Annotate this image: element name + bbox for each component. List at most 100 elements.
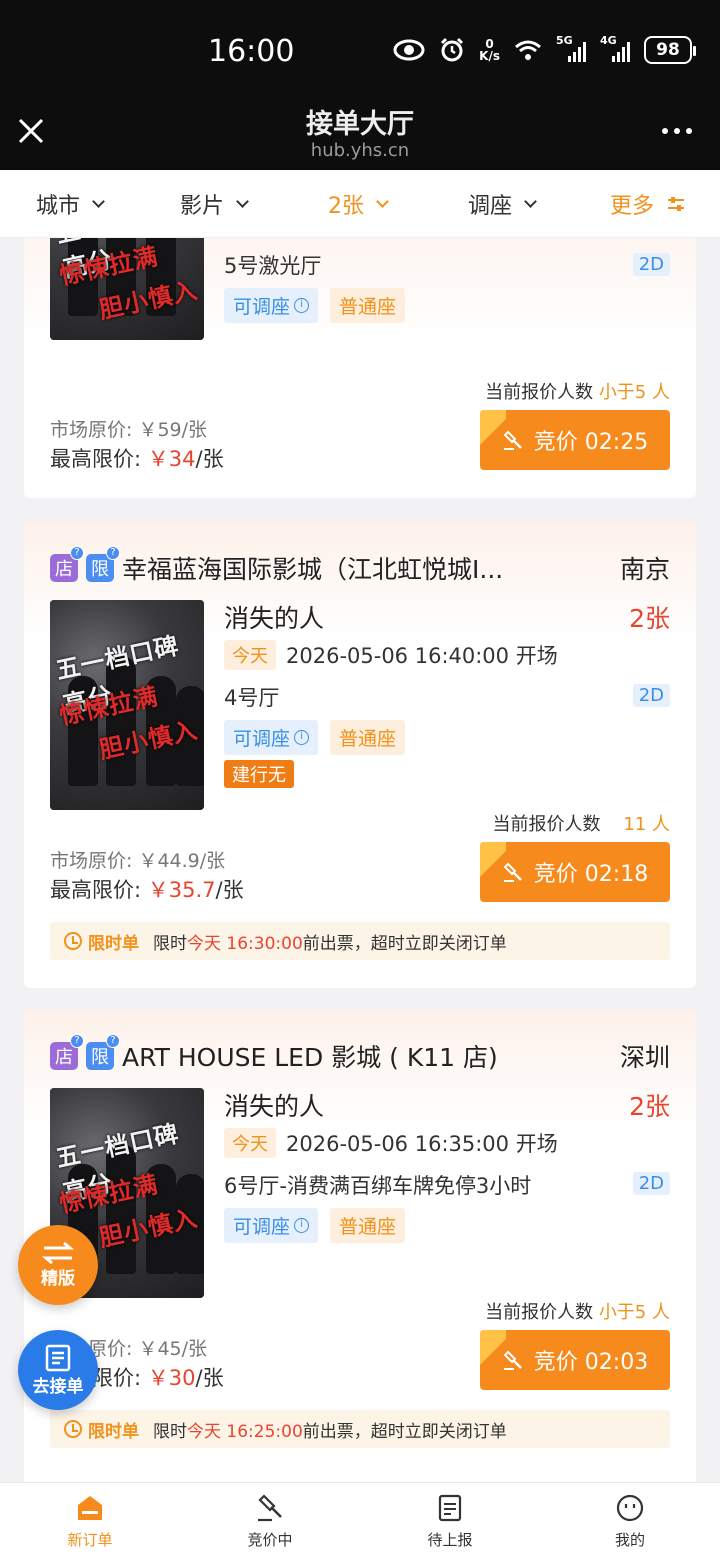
info-icon: i bbox=[294, 730, 310, 745]
max-price: 最高限价: ￥34/张 bbox=[50, 447, 224, 471]
bidders-count: 当前报价人数 11 人 bbox=[492, 814, 670, 835]
time-limit-notice: 限时单 限时今天 16:25:00前出票，超时立即关闭订单 bbox=[50, 1410, 670, 1448]
hall-name: 5号激光厅 bbox=[224, 254, 322, 278]
eye-icon bbox=[393, 39, 425, 61]
nav-bidding-label: 竞价中 bbox=[247, 1531, 293, 1549]
clock-icon bbox=[64, 1420, 82, 1438]
nav-pending-report[interactable]: 待上报 bbox=[360, 1483, 540, 1560]
showtime-row: 今天 2026-05-06 16:40:00 开场 bbox=[224, 640, 558, 670]
page-url: hub.yhs.cn bbox=[310, 140, 410, 161]
nav-bidding[interactable]: 竞价中 bbox=[180, 1483, 360, 1560]
limit-tag[interactable]: 限? bbox=[86, 546, 120, 582]
info-icon: i bbox=[294, 298, 310, 313]
movie-title: 消失的人 bbox=[224, 1092, 325, 1121]
auction-icon bbox=[258, 1494, 282, 1522]
limit-label: 限时单 bbox=[88, 933, 139, 954]
refine-label: 精版 bbox=[41, 1268, 75, 1289]
city-name: 南京 bbox=[619, 555, 670, 584]
order-list: 五一档口碑高分 惊悚拉满 胆小慎入 5号激光厅 2D 可调座 i 普通座 当前报价… bbox=[0, 238, 720, 1482]
showtime-row: 今天 2026-05-06 16:35:00 开场 bbox=[224, 1128, 558, 1158]
filter-city-label: 城市 bbox=[36, 194, 81, 219]
go-order-label: 去接单 bbox=[32, 1376, 84, 1397]
filter-seat-label: 调座 bbox=[468, 194, 513, 219]
limit-label: 限时单 bbox=[88, 1421, 139, 1442]
help-icon: ? bbox=[70, 1034, 84, 1048]
chevron-down-icon bbox=[524, 194, 537, 208]
clock-icon bbox=[64, 932, 82, 950]
sliders-icon bbox=[668, 197, 685, 211]
store-tag[interactable]: 店? bbox=[50, 546, 84, 582]
showtime: 2026-05-06 16:35:00 开场 bbox=[286, 1132, 558, 1156]
chevron-down-icon bbox=[92, 194, 105, 208]
city-name: 深圳 bbox=[619, 1043, 670, 1072]
format-badge: 2D bbox=[632, 684, 670, 707]
page-title: 接单大厅 bbox=[306, 109, 414, 140]
ticket-count: 2张 bbox=[629, 1092, 670, 1121]
seat-tags: 可调座 i 普通座 bbox=[224, 1208, 406, 1243]
bid-label: 竞价 02:18 bbox=[533, 862, 649, 887]
network-speed-unit: K/s bbox=[479, 49, 500, 63]
cinema-name: ART HOUSE LED 影城 ( K11 店) bbox=[122, 1043, 498, 1072]
nav-profile-label: 我的 bbox=[614, 1531, 645, 1549]
seat-type-tag: 普通座 bbox=[330, 1208, 406, 1243]
chevron-down-icon bbox=[376, 194, 389, 208]
movie-poster: 五一档口碑高分 惊悚拉满 胆小慎入 bbox=[50, 600, 204, 810]
seat-type-tag: 普通座 bbox=[330, 720, 406, 755]
more-options-button[interactable] bbox=[662, 128, 692, 134]
hall-name: 6号厅-消费满百绑车牌免停3小时 bbox=[224, 1174, 532, 1198]
filter-city[interactable]: 城市 bbox=[36, 188, 105, 220]
limit-tag[interactable]: 限? bbox=[86, 1034, 120, 1070]
filter-tickets[interactable]: 2张 bbox=[328, 188, 389, 220]
filter-movie-label: 影片 bbox=[180, 194, 225, 219]
help-icon: ? bbox=[70, 546, 84, 560]
limit-text: 限时今天 16:25:00前出票，超时立即关闭订单 bbox=[153, 1421, 507, 1442]
profile-icon bbox=[616, 1494, 644, 1522]
clipboard-icon bbox=[45, 1344, 71, 1371]
nav-profile[interactable]: 我的 bbox=[540, 1483, 720, 1560]
swap-icon bbox=[41, 1241, 75, 1264]
status-icons: 0 K/s 5G 4G 98 bbox=[393, 34, 696, 64]
today-tag: 今天 bbox=[224, 640, 276, 670]
nav-pending-report-label: 待上报 bbox=[427, 1531, 473, 1549]
cinema-row: 店? 限? 幸福蓝海国际影城（江北虹悦城I... 南京 bbox=[50, 546, 670, 586]
bid-button[interactable]: 竞价 02:18 bbox=[480, 842, 670, 902]
order-card[interactable]: 五一档口碑高分 惊悚拉满 胆小慎入 5号激光厅 2D 可调座 i 普通座 当前报价… bbox=[24, 238, 696, 498]
filter-tickets-label: 2张 bbox=[328, 194, 364, 219]
max-price: 最高限价: ￥35.7/张 bbox=[50, 878, 244, 902]
order-card[interactable]: 店? 限? 幸福蓝海国际影城（江北虹悦城I... 南京 五一档口碑高分 惊悚拉满… bbox=[24, 522, 696, 988]
cinema-name: 幸福蓝海国际影城（江北虹悦城I... bbox=[122, 555, 504, 584]
bid-label: 竞价 02:03 bbox=[533, 1350, 649, 1375]
adjustable-seat-tag[interactable]: 可调座 i bbox=[224, 720, 319, 755]
chevron-down-icon bbox=[236, 194, 249, 208]
bidders-count: 当前报价人数 小于5 人 bbox=[485, 382, 670, 403]
signal-4g-icon: 4G bbox=[600, 34, 630, 62]
filter-seat[interactable]: 调座 bbox=[468, 188, 537, 220]
app-root: 16:00 0 K/s 5G 4G 98 接单大厅 hub.yhs.cn 城市 … bbox=[0, 0, 720, 1560]
adjustable-seat-tag[interactable]: 可调座 i bbox=[224, 1208, 319, 1243]
filter-more-label: 更多 bbox=[610, 194, 655, 219]
battery-indicator: 98 bbox=[644, 36, 696, 64]
bid-button[interactable]: 竞价 02:25 bbox=[480, 410, 670, 470]
nav-new-orders[interactable]: 新订单 bbox=[0, 1483, 180, 1560]
order-card[interactable]: 店? 限? ART HOUSE LED 影城 ( K11 店) 深圳 五一档口碑… bbox=[24, 1010, 696, 1482]
adjustable-seat-tag[interactable]: 可调座 i bbox=[224, 288, 319, 323]
store-tag[interactable]: 店? bbox=[50, 1034, 84, 1070]
document-icon bbox=[438, 1494, 462, 1522]
status-bar: 16:00 0 K/s 5G 4G 98 bbox=[0, 0, 720, 100]
seat-tags: 可调座 i 普通座 bbox=[224, 288, 406, 323]
signal-5g-icon: 5G bbox=[556, 34, 586, 62]
wifi-icon bbox=[514, 39, 542, 61]
movie-poster: 五一档口碑高分 惊悚拉满 胆小慎入 bbox=[50, 238, 204, 340]
limit-text: 限时今天 16:30:00前出票，超时立即关闭订单 bbox=[153, 933, 507, 954]
refine-button[interactable]: 精版 bbox=[18, 1225, 98, 1305]
go-order-button[interactable]: 去接单 bbox=[18, 1330, 98, 1410]
bid-button[interactable]: 竞价 02:03 bbox=[480, 1330, 670, 1390]
bank-tag: 建行无 bbox=[224, 760, 294, 788]
help-icon: ? bbox=[106, 1034, 120, 1048]
filter-movie[interactable]: 影片 bbox=[180, 188, 249, 220]
hammer-icon bbox=[503, 430, 522, 450]
filter-bar: 城市 影片 2张 调座 更多 bbox=[0, 170, 720, 238]
showtime: 2026-05-06 16:40:00 开场 bbox=[286, 644, 558, 668]
home-icon bbox=[78, 1496, 102, 1520]
filter-more[interactable]: 更多 bbox=[610, 188, 685, 220]
